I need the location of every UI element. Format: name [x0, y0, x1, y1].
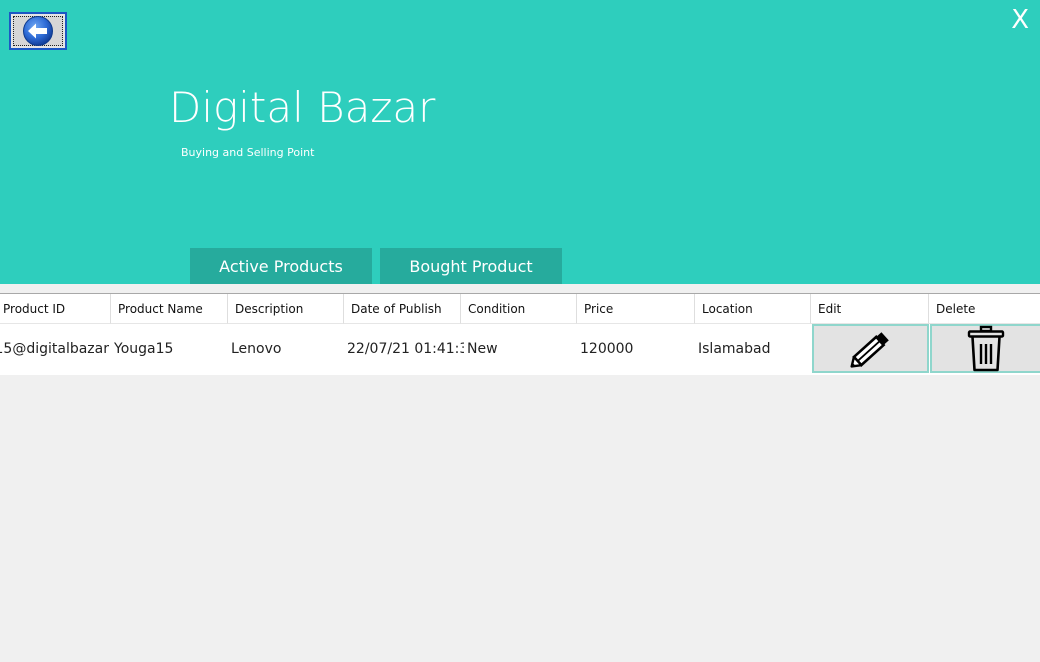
column-header-description[interactable]: Description	[228, 294, 344, 324]
cell-product-id-text: youga15@digitalbazar	[0, 341, 109, 357]
column-header-edit[interactable]: Edit	[811, 294, 929, 324]
header-banner: X Digital Bazar Buying and Selling Point…	[0, 0, 1040, 284]
column-header-price[interactable]: Price	[577, 294, 695, 324]
back-button-frame	[13, 16, 63, 46]
app-title: Digital Bazar	[169, 83, 436, 132]
back-button[interactable]	[9, 12, 67, 50]
tab-bought-product[interactable]: Bought Product	[380, 248, 562, 284]
column-header-location[interactable]: Location	[695, 294, 811, 324]
cell-condition: New	[467, 341, 498, 357]
edit-button[interactable]	[812, 324, 929, 373]
pencil-icon	[849, 331, 889, 368]
grid-header-row: Product ID Product Name Description Date…	[0, 294, 1040, 324]
products-grid: Product ID Product Name Description Date…	[0, 293, 1040, 375]
app-subtitle: Buying and Selling Point	[181, 146, 315, 159]
column-header-condition[interactable]: Condition	[461, 294, 577, 324]
close-button[interactable]: X	[1011, 5, 1029, 35]
cell-product-name: Youga15	[114, 341, 174, 357]
column-header-product-id[interactable]: Product ID	[0, 294, 111, 324]
column-header-date-of-publish[interactable]: Date of Publish	[344, 294, 461, 324]
column-header-product-name[interactable]: Product Name	[111, 294, 228, 324]
cell-description: Lenovo	[231, 341, 282, 357]
column-header-delete[interactable]: Delete	[929, 294, 1040, 324]
cell-product-id: youga15@digitalbazar	[0, 324, 111, 375]
trash-icon	[967, 325, 1005, 371]
back-arrow-icon	[23, 16, 53, 46]
cell-date-of-publish: 22/07/21 01:41:3..	[347, 341, 464, 357]
tab-active-products[interactable]: Active Products	[190, 248, 372, 284]
table-row[interactable]: youga15@digitalbazar Youga15 Lenovo 22/0…	[0, 324, 1040, 375]
cell-price: 120000	[580, 341, 634, 357]
delete-button[interactable]	[930, 324, 1040, 373]
cell-location: Islamabad	[698, 341, 771, 357]
